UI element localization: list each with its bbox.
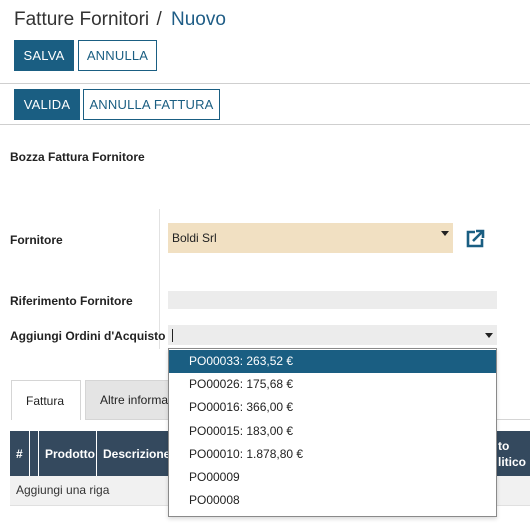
column-header-description[interactable]: Descrizione (103, 431, 170, 476)
breadcrumb-current[interactable]: Nuovo (171, 9, 226, 30)
external-link-icon[interactable] (464, 228, 486, 250)
column-divider (96, 431, 97, 476)
page-title: Fatture Fornitori / Nuovo (14, 9, 226, 31)
chevron-down-icon (441, 231, 449, 236)
cancel-invoice-button[interactable]: ANNULLA FATTURA (83, 89, 220, 120)
breadcrumb-separator: / (156, 9, 162, 30)
column-divider (38, 431, 39, 476)
toolbar-divider (0, 83, 530, 84)
purchase-orders-input[interactable] (168, 325, 497, 345)
statusbar-divider (0, 124, 530, 125)
supplier-reference-label: Riferimento Fornitore (10, 294, 133, 308)
supplier-select[interactable]: Boldi Srl (168, 223, 453, 253)
supplier-reference-input[interactable] (168, 291, 497, 309)
tab-other-info[interactable]: Altre informa (85, 380, 175, 420)
column-header-analytic[interactable]: to litico (498, 431, 526, 476)
dropdown-option[interactable]: PO00016: 366,00 € (169, 396, 496, 419)
column-header-handle (30, 431, 38, 476)
dropdown-option[interactable]: PO00008 (169, 489, 496, 512)
add-line-link[interactable]: Aggiungi una riga (16, 483, 109, 497)
chevron-down-icon (485, 333, 493, 338)
purchase-orders-label: Aggiungi Ordini d'Acquisto (10, 329, 166, 343)
dropdown-option[interactable]: PO00009 (169, 466, 496, 489)
dropdown-option[interactable]: PO00010: 1.878,80 € (169, 443, 496, 466)
text-cursor (172, 328, 173, 342)
cancel-button[interactable]: ANNULLA (78, 40, 157, 71)
form-column-divider (159, 209, 160, 349)
column-header-analytic-line2: litico (498, 454, 527, 469)
save-button[interactable]: SALVA (14, 40, 74, 71)
purchase-orders-dropdown: PO00033: 263,52 € PO00026: 175,68 € PO00… (168, 348, 497, 517)
supplier-label: Fornitore (10, 233, 63, 247)
dropdown-option[interactable]: PO00033: 263,52 € (169, 350, 496, 374)
dropdown-option[interactable]: PO00015: 183,00 € (169, 420, 496, 443)
dropdown-option[interactable]: PO00026: 175,68 € (169, 373, 496, 396)
column-header-number: # (16, 446, 23, 461)
column-header-product[interactable]: Prodotto (45, 431, 95, 476)
column-header-analytic-line1: to (498, 438, 510, 453)
invoice-status-title: Bozza Fattura Fornitore (10, 150, 145, 164)
supplier-value: Boldi Srl (172, 231, 217, 245)
title-text: Fatture Fornitori (14, 9, 150, 30)
tab-invoice[interactable]: Fattura (11, 380, 81, 420)
validate-button[interactable]: VALIDA (14, 89, 80, 120)
